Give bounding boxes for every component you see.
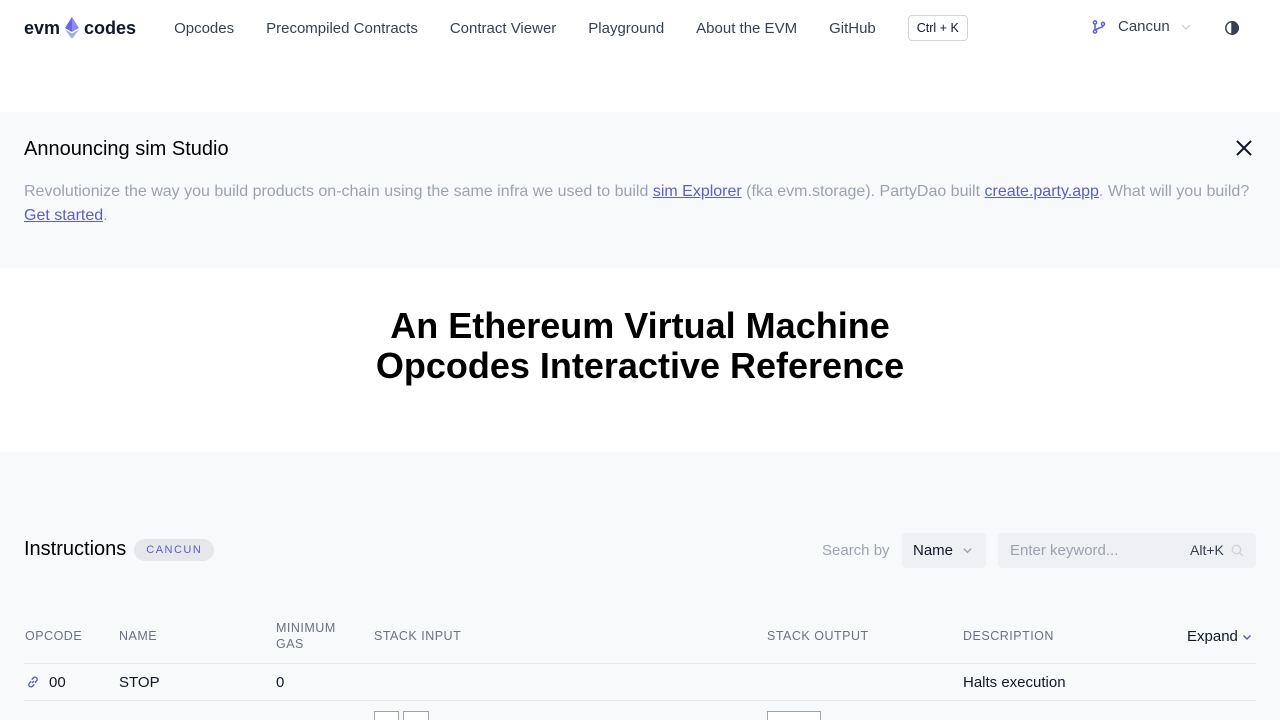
search-box: Alt+K [998,533,1256,568]
search-input[interactable] [998,533,1178,568]
description-cell: Halts execution [963,674,1066,691]
instructions-section: Instructions CANCUN Search by Name Alt+K… [0,452,1280,720]
column-header-stack-output: STACK OUTPUT [767,629,869,643]
main-nav: Opcodes Precompiled Contracts Contract V… [174,15,968,41]
fork-selector-value: Cancun [1118,18,1170,35]
announcement-text-part: (fka evm.storage). PartyDao built [741,183,985,200]
create-party-app-link[interactable]: create.party.app [984,183,1098,200]
nav-about-evm[interactable]: About the EVM [696,20,797,37]
hero: An Ethereum Virtual Machine Opcodes Inte… [0,306,1280,386]
logo-text-evm: evm [24,17,61,38]
theme-toggle-icon[interactable] [1224,20,1240,36]
table-row: 00 STOP 0 Halts execution [24,664,1256,701]
fork-selector[interactable]: Cancun [1092,18,1192,35]
column-header-opcode[interactable]: OPCODE [25,628,82,644]
column-header-name[interactable]: NAME [119,628,157,644]
nav-opcodes[interactable]: Opcodes [174,20,234,37]
get-started-link[interactable]: Get started [24,207,103,224]
logo-text-codes: codes [84,17,137,38]
instructions-title: Instructions [24,538,127,560]
close-icon[interactable] [1234,138,1254,158]
search-shortcut-hint: Alt+K [1190,542,1224,558]
column-header-minimum-gas[interactable]: MINIMUM GAS [276,620,336,652]
nav-github[interactable]: GitHub [829,20,876,37]
nav-precompiled-contracts[interactable]: Precompiled Contracts [266,20,418,37]
column-header-min-gas-line-2: GAS [276,637,304,651]
table-header: OPCODE NAME MINIMUM GAS STACK INPUT STACK… [24,612,1256,664]
fork-badge: CANCUN [134,538,215,561]
site-header: evm codes Opcodes Precompiled Contracts … [0,0,1280,56]
expand-label: Expand [1187,628,1238,645]
column-header-stack-input: STACK INPUT [374,629,462,643]
table-row [24,701,1256,720]
name-cell: STOP [119,674,160,691]
stack-input-box [374,711,399,720]
gas-cell: 0 [276,674,285,691]
ethereum-icon [65,17,80,39]
announcement-text: Revolutionize the way you build products… [24,180,1254,228]
search-by-value: Name [913,542,954,559]
chevron-down-icon [963,548,972,554]
page-title: An Ethereum Virtual Machine Opcodes Inte… [0,306,1280,386]
nav-contract-viewer[interactable]: Contract Viewer [450,20,556,37]
column-header-description: DESCRIPTION [963,629,1054,643]
search-by-label: Search by [822,542,890,559]
announcement-text-part: . [103,207,108,224]
announcement-title: Announcing sim Studio [24,138,229,160]
announcement-banner: Announcing sim Studio Revolutionize the … [0,112,1280,268]
page-title-line-2: Opcodes Interactive Reference [375,345,905,386]
chevron-down-icon [1181,23,1191,30]
link-icon[interactable] [26,675,40,689]
git-branch-icon [1092,19,1106,34]
search-icon [1231,544,1244,557]
stack-output-box [767,711,821,720]
instructions-header: Instructions CANCUN [24,538,215,561]
command-palette-shortcut[interactable]: Ctrl + K [907,15,968,41]
page-title-line-1: An Ethereum Virtual Machine [390,305,890,346]
stack-input-box [403,711,429,720]
sim-explorer-link[interactable]: sim Explorer [653,183,742,200]
announcement-text-part: . What will you build? [1098,183,1250,200]
column-header-min-gas-line-1: MINIMUM [276,621,336,635]
chevron-down-icon [1242,634,1251,640]
site-logo[interactable]: evm codes [24,17,136,39]
expand-button[interactable]: Expand [1187,628,1252,645]
search-by-select[interactable]: Name [902,533,986,568]
announcement-text-part: Revolutionize the way you build products… [24,183,653,200]
nav-playground[interactable]: Playground [588,20,664,37]
opcode-cell: 00 [49,674,66,691]
